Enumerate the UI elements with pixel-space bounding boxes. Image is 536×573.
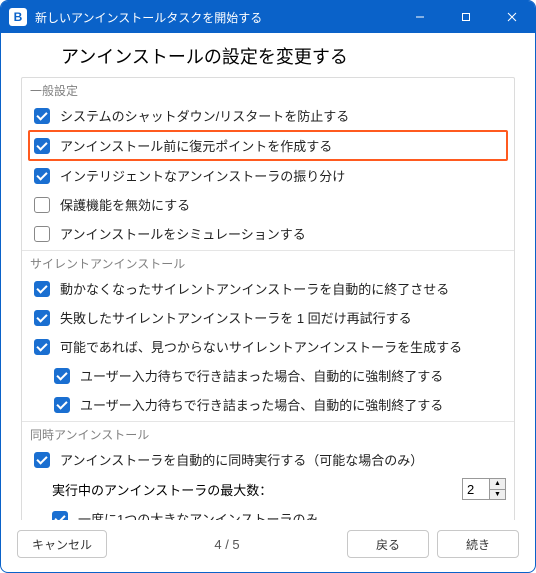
checkbox[interactable] [34,452,50,468]
opt-one-large[interactable]: 一度に1つの大きなアンインストーラのみ [22,504,514,520]
opt-prevent-shutdown[interactable]: システムのシャットダウン/リスタートを防止する [22,101,514,130]
window-title: 新しいアンインストールタスクを開始する [35,9,397,26]
spinner-up[interactable]: ▲ [490,479,505,490]
spinner-down[interactable]: ▼ [490,490,505,500]
option-label: 動かなくなったサイレントアンインストーラを自動的に終了させる [60,279,449,298]
max-concurrent-spinner[interactable]: ▲ ▼ [462,478,506,500]
max-concurrent-input[interactable] [463,479,489,499]
checkbox[interactable] [34,281,50,297]
option-label: 保護機能を無効にする [60,195,190,214]
step-indicator: 4 / 5 [115,537,339,552]
opt-create-restore-point[interactable]: アンインストール前に復元ポイントを作成する [30,132,506,159]
maximize-button[interactable] [443,1,489,33]
next-button[interactable]: 続き [437,530,519,558]
opt-force-terminate-1[interactable]: ユーザー入力待ちで行き詰まった場合、自動的に強制終了する [22,361,514,390]
option-label: 可能であれば、見つからないサイレントアンインストーラを生成する [60,337,462,356]
checkbox[interactable] [34,310,50,326]
checkbox[interactable] [34,108,50,124]
option-label: ユーザー入力待ちで行き詰まった場合、自動的に強制終了する [80,366,443,385]
checkbox[interactable] [34,168,50,184]
opt-auto-concurrent[interactable]: アンインストーラを自動的に同時実行する（可能な場合のみ） [22,445,514,474]
close-icon [507,12,517,22]
back-button[interactable]: 戻る [347,530,429,558]
option-label: システムのシャットダウン/リスタートを防止する [60,106,349,125]
maximize-icon [461,12,471,22]
opt-terminate-stuck[interactable]: 動かなくなったサイレントアンインストーラを自動的に終了させる [22,274,514,303]
content-area: アンインストールの設定を変更する 一般設定 システムのシャットダウン/リスタート… [1,33,535,520]
option-label: 一度に1つの大きなアンインストーラのみ [78,509,318,520]
max-concurrent-row: 実行中のアンインストーラの最大数： ▲ ▼ [22,474,514,504]
window-controls [397,1,535,33]
app-window: B 新しいアンインストールタスクを開始する アンインストールの設定を変更する 一… [0,0,536,573]
option-label: 失敗したサイレントアンインストーラを 1 回だけ再試行する [60,308,412,327]
checkbox[interactable] [54,368,70,384]
checkbox[interactable] [34,138,50,154]
option-label: アンインストールをシミュレーションする [60,224,306,243]
opt-disable-protection[interactable]: 保護機能を無効にする [22,190,514,219]
option-label: アンインストーラを自動的に同時実行する（可能な場合のみ） [60,450,423,469]
spinner-buttons: ▲ ▼ [489,479,505,499]
checkbox[interactable] [34,197,50,213]
group-general-label: 一般設定 [22,78,514,101]
max-concurrent-label: 実行中のアンインストーラの最大数： [52,480,462,499]
page-heading: アンインストールの設定を変更する [61,43,515,69]
opt-simulate-uninstall[interactable]: アンインストールをシミュレーションする [22,219,514,248]
checkbox[interactable] [34,226,50,242]
option-label: インテリジェントなアンインストーラの振り分け [60,166,345,185]
highlighted-option: アンインストール前に復元ポイントを作成する [28,130,508,161]
titlebar: B 新しいアンインストールタスクを開始する [1,1,535,33]
opt-intelligent-sort[interactable]: インテリジェントなアンインストーラの振り分け [22,161,514,190]
minimize-button[interactable] [397,1,443,33]
opt-force-terminate-2[interactable]: ユーザー入力待ちで行き詰まった場合、自動的に強制終了する [22,390,514,419]
option-label: ユーザー入力待ちで行き詰まった場合、自動的に強制終了する [80,395,443,414]
group-concurrent-label: 同時アンインストール [22,422,514,445]
option-label: アンインストール前に復元ポイントを作成する [60,136,332,155]
settings-panel: 一般設定 システムのシャットダウン/リスタートを防止する アンインストール前に復… [21,77,515,520]
cancel-button[interactable]: キャンセル [17,530,107,558]
checkbox[interactable] [34,339,50,355]
footer: キャンセル 4 / 5 戻る 続き [1,520,535,572]
close-button[interactable] [489,1,535,33]
checkbox[interactable] [54,397,70,413]
minimize-icon [415,12,425,22]
app-icon: B [9,8,27,26]
opt-retry-failed[interactable]: 失敗したサイレントアンインストーラを 1 回だけ再試行する [22,303,514,332]
opt-generate-missing[interactable]: 可能であれば、見つからないサイレントアンインストーラを生成する [22,332,514,361]
checkbox[interactable] [52,511,68,521]
group-silent-label: サイレントアンインストール [22,251,514,274]
